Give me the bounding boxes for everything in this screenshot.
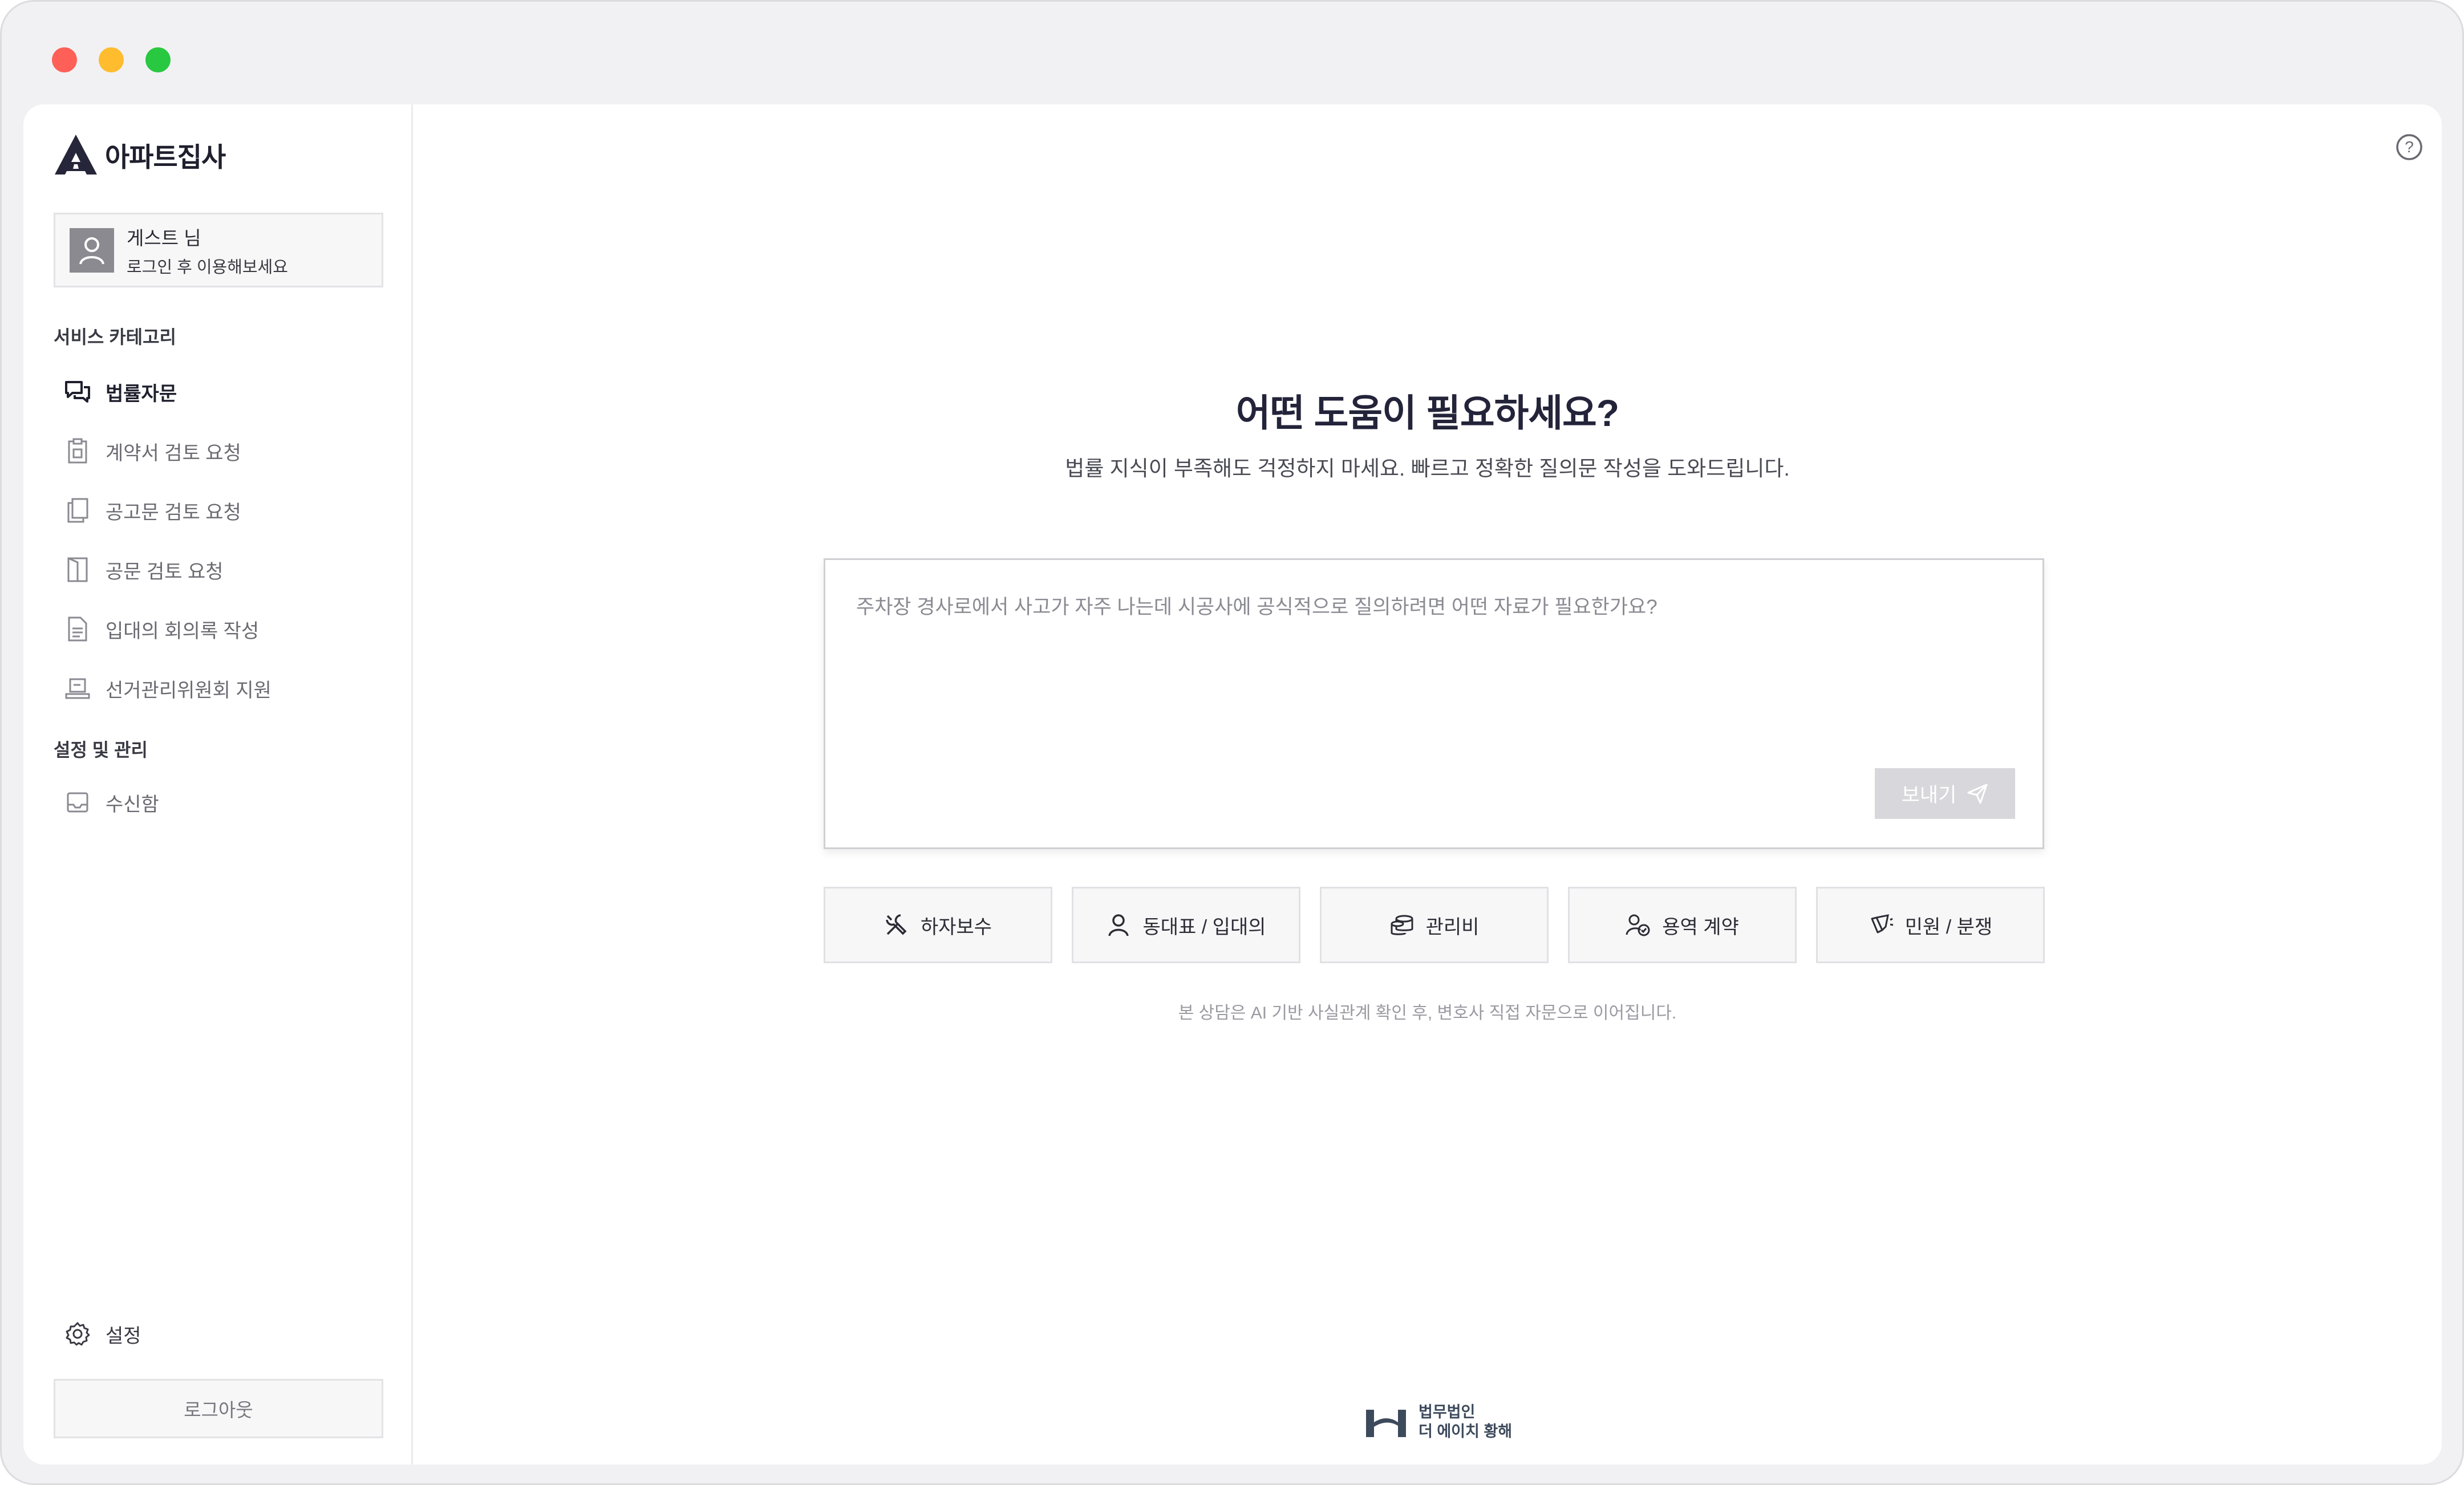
question-input[interactable] <box>855 590 1998 763</box>
sidebar-item-label: 선거관리위원회 지원 <box>106 679 271 701</box>
document-icon <box>63 615 92 643</box>
law-firm-h-logo-icon <box>1366 1409 1406 1437</box>
door-doc-icon <box>63 555 92 584</box>
browser-window-frame: 아파트집사 게스트 님 로그인 후 이용해보세요 서비스 카테고리 법률자문 계… <box>0 0 2464 1485</box>
chip-label: 관리비 <box>1425 916 1480 938</box>
sidebar-item-official-letter-review[interactable]: 공문 검토 요청 <box>63 553 224 587</box>
sidebar-item-inbox[interactable]: 수신함 <box>63 785 159 819</box>
app-name: 아파트집사 <box>105 141 226 172</box>
sidebar-item-election-support[interactable]: 선거관리위원회 지원 <box>63 671 271 705</box>
user-card[interactable]: 게스트 님 로그인 후 이용해보세요 <box>54 213 383 287</box>
topic-chip-resident-council[interactable]: 동대표 / 입대의 <box>1072 887 1300 963</box>
law-firm-logo: 법무법인 더 에이치 황해 <box>1364 1403 1512 1442</box>
user-subtitle: 로그인 후 이용해보세요 <box>127 258 288 277</box>
section-label-settings: 설정 및 관리 <box>54 740 148 760</box>
chip-label: 용역 계약 <box>1662 916 1739 938</box>
window-controls <box>52 47 171 72</box>
sidebar-item-contract-review[interactable]: 계약서 검토 요청 <box>63 434 241 468</box>
sidebar-item-label: 입대의 회의록 작성 <box>106 620 260 642</box>
sidebar: 아파트집사 게스트 님 로그인 후 이용해보세요 서비스 카테고리 법률자문 계… <box>23 104 413 1464</box>
chip-label: 하자보수 <box>920 916 992 938</box>
chip-label: 민원 / 분쟁 <box>1904 916 1993 938</box>
help-button[interactable]: ? <box>2395 133 2424 161</box>
coins-icon <box>1389 912 1415 938</box>
topic-chip-management-fee[interactable]: 관리비 <box>1320 887 1549 963</box>
chip-label: 동대표 / 입대의 <box>1142 916 1266 938</box>
apartment-logo-icon <box>55 135 97 175</box>
settings-label: 설정 <box>106 1325 141 1347</box>
topic-chip-service-contract[interactable]: 용역 계약 <box>1568 887 1797 963</box>
minimize-window-button[interactable] <box>99 47 124 72</box>
law-firm-name: 더 에이치 황해 <box>1419 1422 1513 1440</box>
megaphone-icon <box>1869 912 1894 938</box>
app-logo[interactable]: 아파트집사 <box>54 133 226 176</box>
inbox-icon <box>63 788 92 817</box>
send-icon <box>1967 784 1988 804</box>
sidebar-item-label: 수신함 <box>106 793 159 815</box>
close-window-button[interactable] <box>52 47 77 72</box>
sidebar-item-meeting-minutes[interactable]: 입대의 회의록 작성 <box>63 612 259 646</box>
logout-button[interactable]: 로그아웃 <box>54 1379 383 1438</box>
page-subtitle: 법률 지식이 부족해도 걱정하지 마세요. 빠르고 정확한 질의문 작성을 도와… <box>1065 457 1790 480</box>
topic-chip-defect-repair[interactable]: 하자보수 <box>824 887 1052 963</box>
clipboard-icon <box>63 437 92 465</box>
law-firm-label: 법무법인 <box>1419 1403 1476 1421</box>
sidebar-item-label: 법률자문 <box>106 383 177 405</box>
gear-icon <box>63 1320 92 1348</box>
sidebar-item-notice-review[interactable]: 공고문 검토 요청 <box>63 493 241 528</box>
sidebar-item-legal-advice[interactable]: 법률자문 <box>63 375 177 409</box>
question-composer: 보내기 <box>824 558 2044 849</box>
sidebar-item-label: 계약서 검토 요청 <box>106 442 241 464</box>
user-name: 게스트 님 <box>127 227 201 249</box>
chat-bubbles-icon <box>63 378 92 406</box>
avatar <box>70 228 114 273</box>
sidebar-item-label: 공문 검토 요청 <box>106 561 224 583</box>
app-window: 아파트집사 게스트 님 로그인 후 이용해보세요 서비스 카테고리 법률자문 계… <box>23 104 2442 1464</box>
user-avatar-icon <box>79 237 104 265</box>
maximize-window-button[interactable] <box>145 47 171 72</box>
send-button-label: 보내기 <box>1901 784 1957 806</box>
sidebar-item-label: 공고문 검토 요청 <box>106 501 241 524</box>
help-icon: ? <box>2396 134 2422 160</box>
disclaimer-text: 본 상담은 AI 기반 사실관계 확인 후, 변호사 직접 자문으로 이어집니다… <box>1178 1004 1677 1023</box>
section-label-services: 서비스 카테고리 <box>54 327 176 347</box>
person-icon <box>1106 912 1131 938</box>
svg-text:?: ? <box>2405 138 2414 156</box>
page-title: 어떤 도움이 필요하세요? <box>1235 392 1619 434</box>
person-contract-icon <box>1626 912 1651 938</box>
topic-chip-complaint-dispute[interactable]: 민원 / 분쟁 <box>1816 887 2045 963</box>
tools-icon <box>884 912 909 938</box>
copy-docs-icon <box>63 496 92 525</box>
send-button[interactable]: 보내기 <box>1875 768 2015 819</box>
ballot-icon <box>63 674 92 703</box>
settings-button[interactable]: 설정 <box>63 1317 141 1351</box>
